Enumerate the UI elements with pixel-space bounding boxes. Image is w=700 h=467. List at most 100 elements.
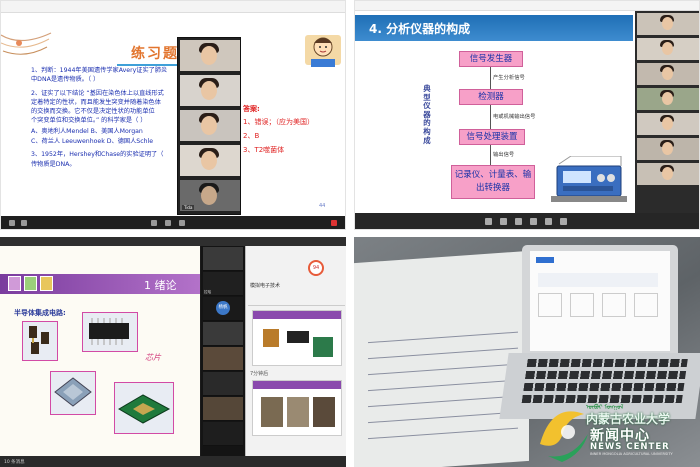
participant-tile[interactable] bbox=[203, 247, 243, 271]
video-tile[interactable] bbox=[637, 13, 699, 35]
meeting-toolbar bbox=[355, 213, 699, 229]
processor-chip-icon bbox=[118, 394, 171, 424]
panel-section-label: 7分钟后 bbox=[250, 371, 269, 377]
answer-heading: 答案: bbox=[243, 105, 260, 113]
video-participant-column bbox=[635, 11, 699, 213]
participants-icon[interactable] bbox=[165, 220, 171, 226]
slide-exercise: 练习题 1、判断：1944年美国遗传学家Avery证实了肺炎 中DNA是遗传物质… bbox=[1, 13, 345, 216]
slide-instrument: 4. 分析仪器的构成 典型仪器的构成 信号发生器 产生分析信号 检测器 电或机械… bbox=[355, 11, 633, 213]
box-signal-processor: 信号处理装置 bbox=[459, 129, 525, 145]
signal-label: 电或机械输出信号 bbox=[493, 114, 536, 120]
question-line: 传物质是DNA。 bbox=[31, 161, 76, 168]
question-line: 个突变单位和交换单位。” 的科学家是（ ） bbox=[31, 117, 147, 124]
chat-icon[interactable] bbox=[545, 218, 552, 225]
slide-title: 4. 分析仪器的构成 bbox=[369, 22, 471, 36]
message-count[interactable]: 10 条消息 bbox=[4, 460, 25, 465]
video-tile[interactable] bbox=[637, 138, 699, 160]
question-line: A、奥地利人Mendel B、美国人Morgan bbox=[31, 128, 143, 135]
slide-subtitle: 半导体集成电路: bbox=[14, 309, 66, 317]
vertical-label: 典型仪器的构成 bbox=[423, 84, 431, 145]
video-participant-column: Tida bbox=[177, 37, 241, 215]
participant-tile[interactable] bbox=[203, 422, 243, 446]
exercise-screenshot: 练习题 1、判断：1944年美国遗传学家Avery证实了肺炎 中DNA是遗传物质… bbox=[0, 0, 346, 230]
participant-tile[interactable] bbox=[203, 372, 243, 396]
share-icon[interactable] bbox=[515, 218, 522, 225]
mic-icon[interactable] bbox=[9, 220, 15, 226]
circuit-lecture-screenshot: 1 绪论 半导体集成电路: 芯片 拉哈 杨帆 94 模拟电子技术 7分钟后 10… bbox=[0, 237, 346, 467]
header-thumbnail bbox=[40, 276, 53, 291]
logo-subtitle: INNER MONGOLIA AGRICULTURAL UNIVERSITY bbox=[590, 452, 673, 456]
laptop-photo: ᠦᠪᠦᠷ ᠮᠣᠩᠭᠣᠯ 内蒙古农业大学 新闻中心 NEWS CENTER INN… bbox=[354, 237, 700, 467]
question-line: 3、1952年，Hershey和Chase的实验证明了（ bbox=[31, 151, 164, 158]
box-signal-generator: 信号发生器 bbox=[459, 51, 523, 67]
answer-line: 3、T2噬菌体 bbox=[243, 146, 285, 154]
participants-icon[interactable] bbox=[530, 218, 537, 225]
question-line: C、荷兰人 Leeuwenhoek D、德国人Schle bbox=[31, 138, 154, 145]
slide-intro: 1 绪论 半导体集成电路: 芯片 bbox=[0, 246, 200, 456]
video-tile[interactable] bbox=[180, 145, 240, 176]
question-line: 中DNA是遗传物质。（ ） bbox=[31, 76, 100, 83]
logo-english: NEWS CENTER bbox=[590, 442, 670, 452]
arrow-down bbox=[490, 145, 491, 165]
signal-label: 产生分析信号 bbox=[493, 75, 525, 81]
mini-slide-preview[interactable] bbox=[252, 380, 342, 436]
page-number: 44 bbox=[319, 203, 326, 209]
wafer-chip-icon bbox=[54, 377, 92, 407]
header-thumbnail bbox=[8, 276, 21, 291]
window-titlebar bbox=[355, 1, 699, 11]
chip-image bbox=[50, 371, 96, 415]
panel-title: 模拟电子技术 bbox=[250, 283, 281, 289]
leave-button[interactable] bbox=[331, 220, 337, 226]
window-titlebar bbox=[0, 237, 346, 246]
camera-icon[interactable] bbox=[500, 218, 507, 225]
record-icon[interactable] bbox=[560, 218, 567, 225]
video-tile[interactable] bbox=[180, 110, 240, 141]
video-participant-column: 拉哈 杨帆 bbox=[201, 246, 245, 456]
video-tile[interactable] bbox=[637, 63, 699, 85]
instrument-device-icon bbox=[551, 156, 627, 202]
box-recorder: 记录仪、计量表、输出转换器 bbox=[451, 165, 535, 199]
share-icon[interactable] bbox=[151, 220, 157, 226]
mini-slide-preview[interactable] bbox=[252, 310, 342, 366]
participant-tile[interactable] bbox=[203, 347, 243, 371]
slide-title: 练习题 bbox=[131, 46, 179, 62]
question-line: 2、证实了以下结论 “基因在染色体上以直线形式 bbox=[31, 90, 164, 97]
participant-tile[interactable]: 拉哈 bbox=[203, 272, 243, 296]
meeting-toolbar bbox=[1, 216, 345, 229]
course-side-panel: 94 模拟电子技术 7分钟后 bbox=[245, 246, 346, 456]
mic-icon[interactable] bbox=[485, 218, 492, 225]
decoration-strings-icon bbox=[1, 32, 52, 55]
video-tile[interactable] bbox=[180, 75, 240, 106]
handwritten-annotation: 芯片 bbox=[145, 353, 161, 362]
transistor-icon bbox=[29, 326, 49, 354]
ic-chip-icon bbox=[89, 318, 129, 345]
signal-label: 输出信号 bbox=[493, 152, 515, 158]
video-tile[interactable]: Tida bbox=[180, 180, 240, 211]
question-line: 的交换而交换。它不仅是决定性状的功能单位 bbox=[31, 108, 155, 115]
participant-tile[interactable] bbox=[203, 397, 243, 421]
arrow-down bbox=[490, 67, 491, 89]
arrow-down bbox=[490, 105, 491, 129]
video-tile[interactable] bbox=[637, 163, 699, 185]
avatar: 杨帆 bbox=[216, 301, 230, 315]
camera-icon[interactable] bbox=[21, 220, 27, 226]
participant-tile[interactable] bbox=[203, 322, 243, 346]
chip-image bbox=[114, 382, 174, 434]
box-detector: 检测器 bbox=[459, 89, 523, 105]
question-line: 定着特定的性状，而且能发生突变并随着染色体 bbox=[31, 99, 161, 106]
video-tile[interactable] bbox=[637, 38, 699, 60]
chip-image bbox=[82, 312, 138, 352]
video-tile[interactable] bbox=[180, 40, 240, 71]
participant-tile[interactable]: 杨帆 bbox=[203, 297, 243, 321]
panel-tabs[interactable] bbox=[248, 296, 345, 306]
video-tile[interactable] bbox=[637, 113, 699, 135]
video-tile[interactable] bbox=[637, 88, 699, 110]
status-bar: 10 条消息 bbox=[0, 456, 346, 467]
instrument-screenshot: 4. 分析仪器的构成 典型仪器的构成 信号发生器 产生分析信号 检测器 电或机械… bbox=[354, 0, 700, 230]
progress-badge: 94 bbox=[308, 260, 324, 276]
laptop-screen bbox=[530, 251, 670, 351]
cartoon-student-icon bbox=[305, 35, 341, 67]
paper-stack bbox=[354, 250, 529, 467]
header-thumbnail bbox=[24, 276, 37, 291]
chat-icon[interactable] bbox=[179, 220, 185, 226]
